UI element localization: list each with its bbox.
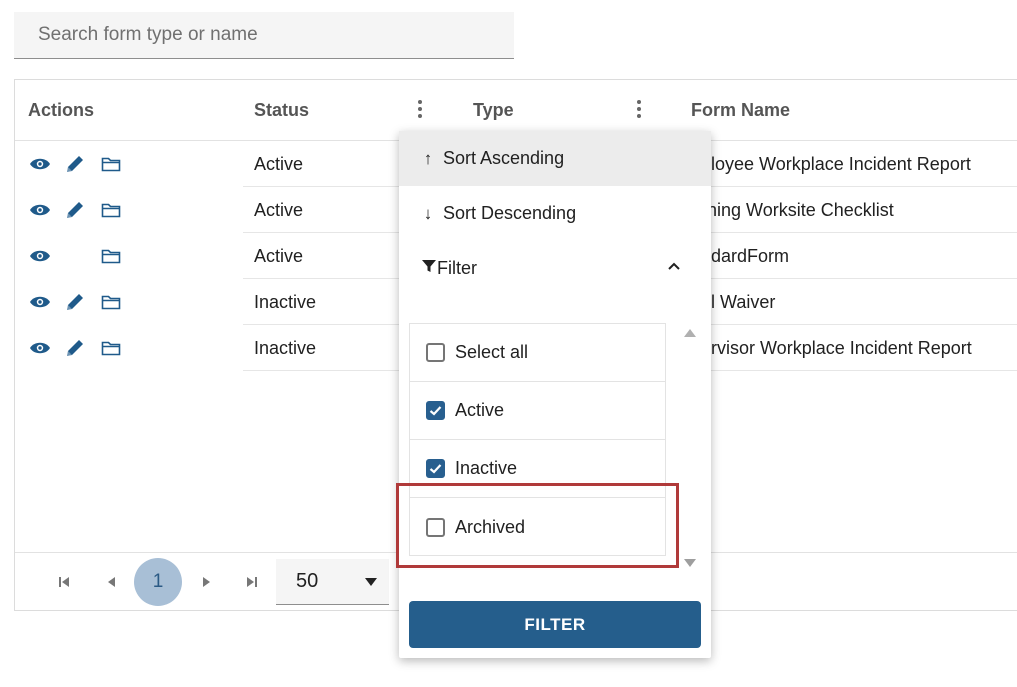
sort-descending-label: Sort Descending	[443, 203, 577, 223]
chevron-up-icon	[668, 262, 680, 270]
filter-options-list[interactable]: Select all Active Inactive Archived	[409, 323, 666, 556]
sort-descending-item[interactable]: ↓ Sort Descending	[399, 186, 711, 241]
previous-page-button[interactable]	[101, 553, 123, 610]
search-box[interactable]	[14, 12, 514, 59]
chevron-down-icon	[365, 578, 377, 586]
edit-icon[interactable]	[63, 337, 87, 359]
filter-option-label: Select all	[455, 342, 529, 362]
folder-icon[interactable]	[99, 199, 123, 221]
type-column-menu-icon[interactable]	[635, 100, 643, 120]
status-cell: Active	[254, 245, 304, 266]
folder-icon[interactable]	[99, 245, 123, 267]
type-column-menu: ↑ Sort Ascending ↓ Sort Descending Filte…	[399, 131, 711, 658]
filter-option-inactive[interactable]: Inactive	[410, 440, 665, 498]
checked-checkbox-icon[interactable]	[426, 401, 445, 420]
checkbox-icon[interactable]	[426, 343, 445, 362]
edit-icon[interactable]	[63, 291, 87, 313]
folder-icon[interactable]	[99, 291, 123, 313]
status-column-menu-icon[interactable]	[416, 100, 424, 120]
filter-option-label: Archived	[455, 516, 526, 537]
previous-page-icon	[108, 577, 115, 587]
form-name-cell: nployee Workplace Incident Report	[691, 153, 971, 174]
next-page-button[interactable]	[195, 553, 217, 610]
view-icon[interactable]	[28, 199, 52, 221]
form-name-cell: orning Worksite Checklist	[691, 199, 894, 220]
checked-checkbox-icon[interactable]	[426, 459, 445, 478]
filter-section-toggle[interactable]: Filter	[399, 241, 711, 296]
page-size-select[interactable]: 50	[276, 559, 389, 605]
funnel-icon	[421, 258, 436, 279]
filter-button[interactable]: FILTER	[409, 601, 701, 648]
status-cell: Active	[254, 153, 304, 174]
status-cell: Inactive	[254, 337, 317, 358]
view-icon[interactable]	[28, 291, 52, 313]
last-page-button[interactable]	[241, 553, 263, 610]
sort-ascending-item[interactable]: ↑ Sort Ascending	[399, 131, 711, 186]
first-page-button[interactable]	[53, 553, 75, 610]
filter-option-active[interactable]: Active	[410, 382, 665, 440]
filter-option-select-all[interactable]: Select all	[410, 324, 665, 382]
next-page-icon	[203, 577, 210, 587]
filter-list-scrollbar[interactable]	[682, 323, 698, 573]
folder-icon[interactable]	[99, 153, 123, 175]
page-size-value: 50	[296, 570, 319, 592]
filter-option-label: Inactive	[455, 458, 518, 478]
checkbox-icon[interactable]	[426, 517, 445, 537]
status-cell: Inactive	[254, 291, 317, 312]
arrow-up-icon: ↑	[423, 148, 433, 168]
filter-option-label: Active	[455, 400, 505, 420]
view-icon[interactable]	[28, 153, 52, 175]
current-page-button[interactable]: 1	[134, 558, 182, 606]
column-header-status[interactable]: Status	[254, 80, 309, 141]
edit-icon[interactable]	[63, 153, 87, 175]
edit-icon[interactable]	[63, 199, 87, 221]
filter-label: Filter	[437, 258, 477, 278]
scroll-up-icon[interactable]	[684, 329, 696, 337]
column-header-actions: Actions	[28, 100, 95, 120]
sort-ascending-label: Sort Ascending	[443, 148, 565, 168]
scroll-down-icon[interactable]	[684, 559, 696, 567]
view-icon[interactable]	[28, 337, 52, 359]
folder-icon[interactable]	[99, 337, 123, 359]
arrow-down-icon: ↓	[423, 203, 433, 223]
status-cell: Active	[254, 199, 304, 220]
first-page-icon	[59, 577, 69, 587]
search-input[interactable]	[36, 23, 514, 47]
view-icon[interactable]	[28, 245, 52, 267]
form-name-cell: pervisor Workplace Incident Report	[691, 337, 972, 358]
last-page-icon	[247, 577, 257, 587]
filter-option-archived[interactable]: Archived	[410, 498, 665, 556]
